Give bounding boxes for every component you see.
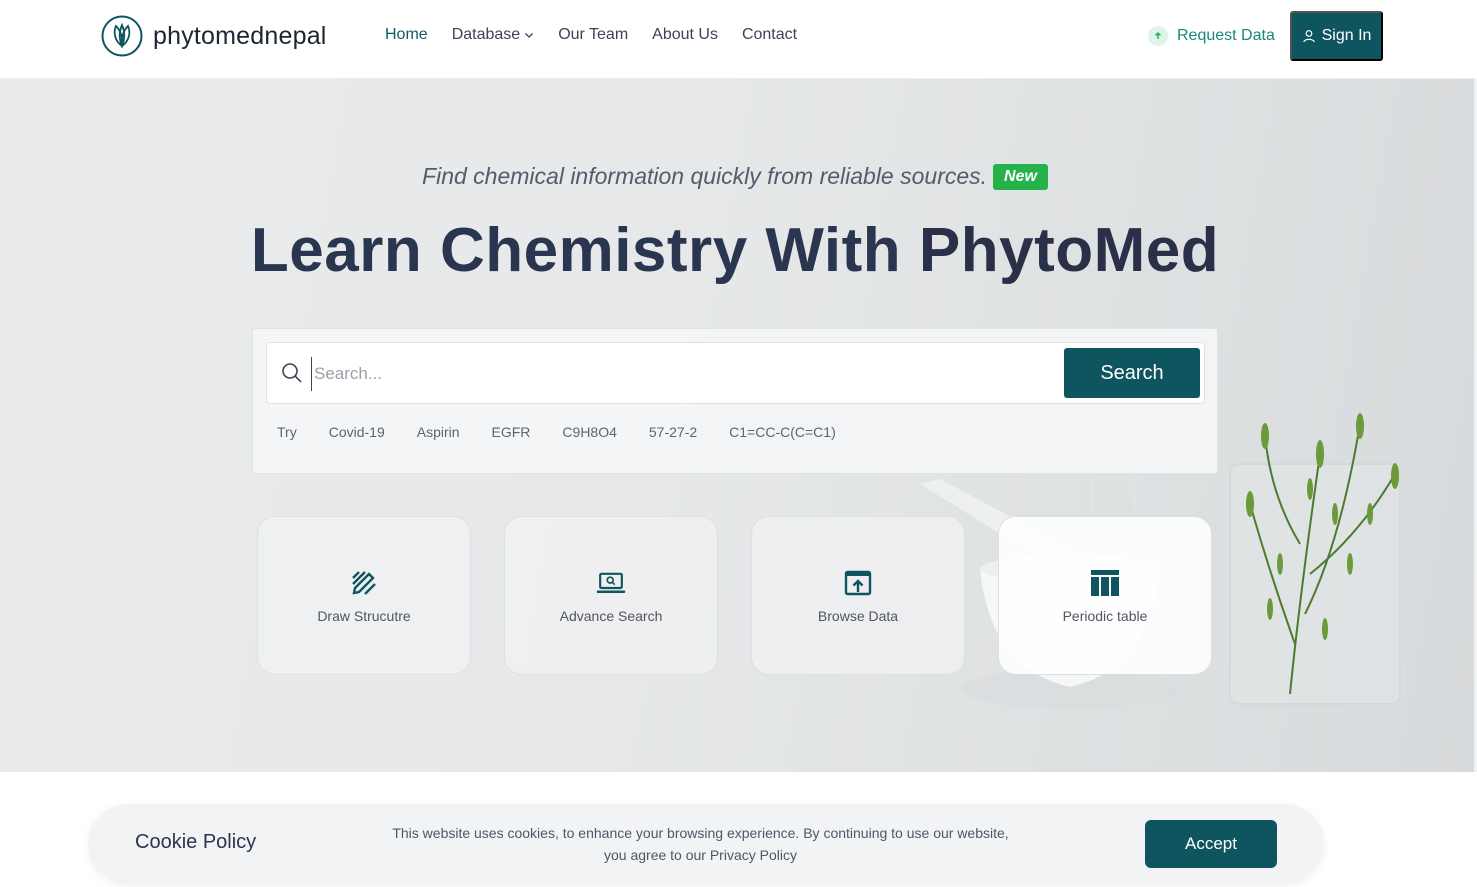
chevron-down-icon <box>525 33 534 38</box>
accept-cookies-button[interactable]: Accept <box>1145 820 1277 868</box>
tagline-text: Find chemical information quickly from r… <box>422 163 988 189</box>
suggestion-covid-19[interactable]: Covid-19 <box>329 424 385 440</box>
sign-in-label: Sign In <box>1321 27 1372 44</box>
nav-our-team[interactable]: Our Team <box>558 26 628 44</box>
card-advance-search[interactable]: Advance Search <box>504 516 718 675</box>
search-button[interactable]: Search <box>1064 348 1200 398</box>
draw-structure-icon <box>352 570 376 595</box>
nav-database[interactable]: Database <box>452 26 535 44</box>
leaf-logo-icon <box>101 15 143 57</box>
nav-contact-label: Contact <box>741 26 798 43</box>
suggestion-egfr[interactable]: EGFR <box>492 424 531 440</box>
card-label: Browse Data <box>817 607 899 624</box>
card-label: Periodic table <box>1062 607 1148 624</box>
plant-beaker-illustration <box>1229 413 1401 705</box>
card-browse-data[interactable]: Browse Data <box>751 516 965 675</box>
card-draw-structure[interactable]: Draw Strucutre <box>257 516 471 675</box>
card-label: Draw Strucutre <box>317 607 411 624</box>
suggestion-cas-number[interactable]: 57-27-2 <box>649 424 697 440</box>
nav-database-label: Database <box>451 26 521 43</box>
try-label: Try <box>277 424 297 440</box>
nav-contact[interactable]: Contact <box>742 26 797 44</box>
search-bar: Search <box>266 342 1205 404</box>
search-input[interactable] <box>311 357 1051 391</box>
sign-in-button[interactable]: Sign In <box>1290 11 1383 61</box>
headline-prefix: Learn Chemistry With <box>250 216 902 285</box>
main-nav: Home Database Our Team About Us Contact <box>385 26 821 44</box>
logo[interactable]: phytomednepal <box>101 14 327 58</box>
upload-icon <box>1148 26 1168 46</box>
laptop-search-icon <box>596 572 626 593</box>
nav-home-label: Home <box>385 26 428 43</box>
user-icon <box>1302 30 1315 43</box>
search-icon <box>282 363 302 383</box>
page-title: Learn Chemistry With PhytoMed <box>0 215 1470 286</box>
cookie-banner: Cookie Policy This website uses cookies,… <box>88 804 1324 884</box>
card-label: Advance Search <box>559 607 663 624</box>
site-header: phytomednepal Home Database Our Team Abo… <box>0 0 1477 79</box>
headline-brand: PhytoMed <box>918 216 1220 285</box>
tagline: Find chemical information quickly from r… <box>0 163 1470 190</box>
cookie-text: This website uses cookies, to enhance yo… <box>392 825 1009 863</box>
search-suggestions: Try Covid-19 Aspirin EGFR C9H8O4 57-27-2… <box>277 424 868 440</box>
request-data-label: Request Data <box>1177 27 1275 44</box>
suggestion-aspirin[interactable]: Aspirin <box>417 424 460 440</box>
cookie-title: Cookie Policy <box>135 831 257 853</box>
suggestion-smiles[interactable]: C1=CC-C(C=C1) <box>729 424 836 440</box>
feature-cards: Draw Strucutre Advance Search Browse Dat… <box>257 516 1212 675</box>
nav-about-us[interactable]: About Us <box>652 26 718 44</box>
nav-our-team-label: Our Team <box>558 26 629 43</box>
new-badge: New <box>993 163 1048 190</box>
table-icon <box>1091 569 1119 596</box>
browse-upload-icon <box>844 570 872 595</box>
hero-section: Find chemical information quickly from r… <box>0 79 1477 772</box>
logo-text: phytomednepal <box>153 21 327 50</box>
nav-home[interactable]: Home <box>385 26 428 44</box>
nav-about-us-label: About Us <box>652 26 718 43</box>
card-periodic-table[interactable]: Periodic table <box>998 516 1212 675</box>
suggestion-formula[interactable]: C9H8O4 <box>562 424 616 440</box>
search-panel: Search Try Covid-19 Aspirin EGFR C9H8O4 … <box>252 328 1218 474</box>
request-data-link[interactable]: Request Data <box>1148 26 1275 46</box>
